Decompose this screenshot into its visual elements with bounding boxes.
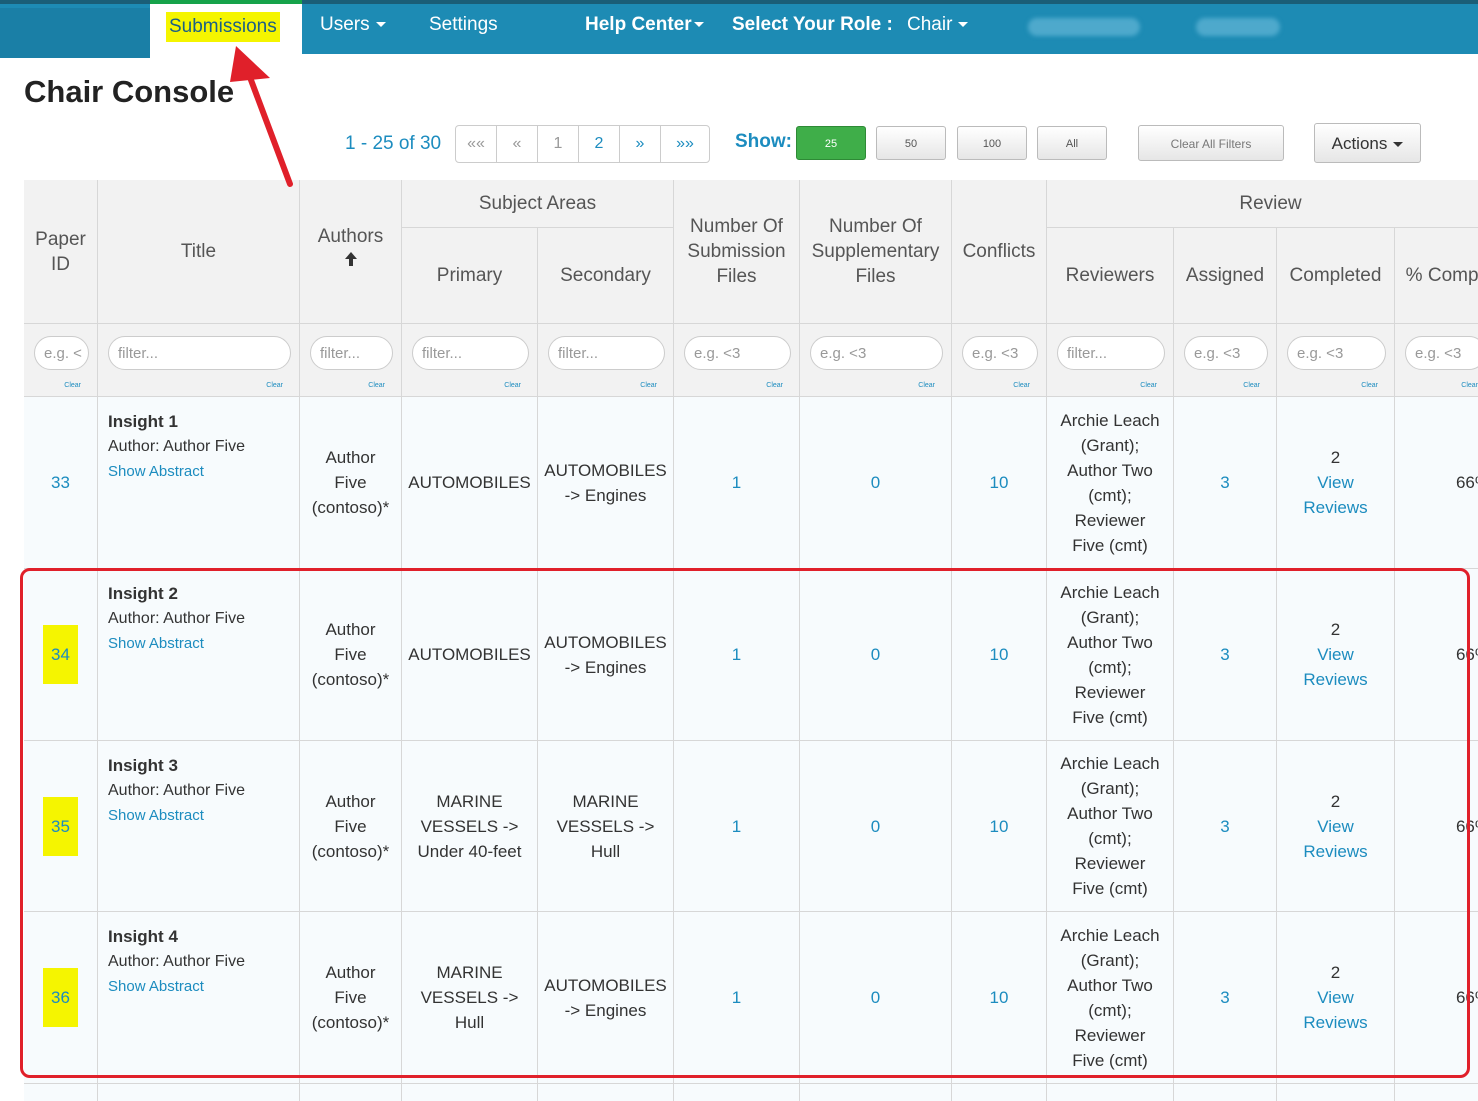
- callout-arrow: [230, 46, 293, 187]
